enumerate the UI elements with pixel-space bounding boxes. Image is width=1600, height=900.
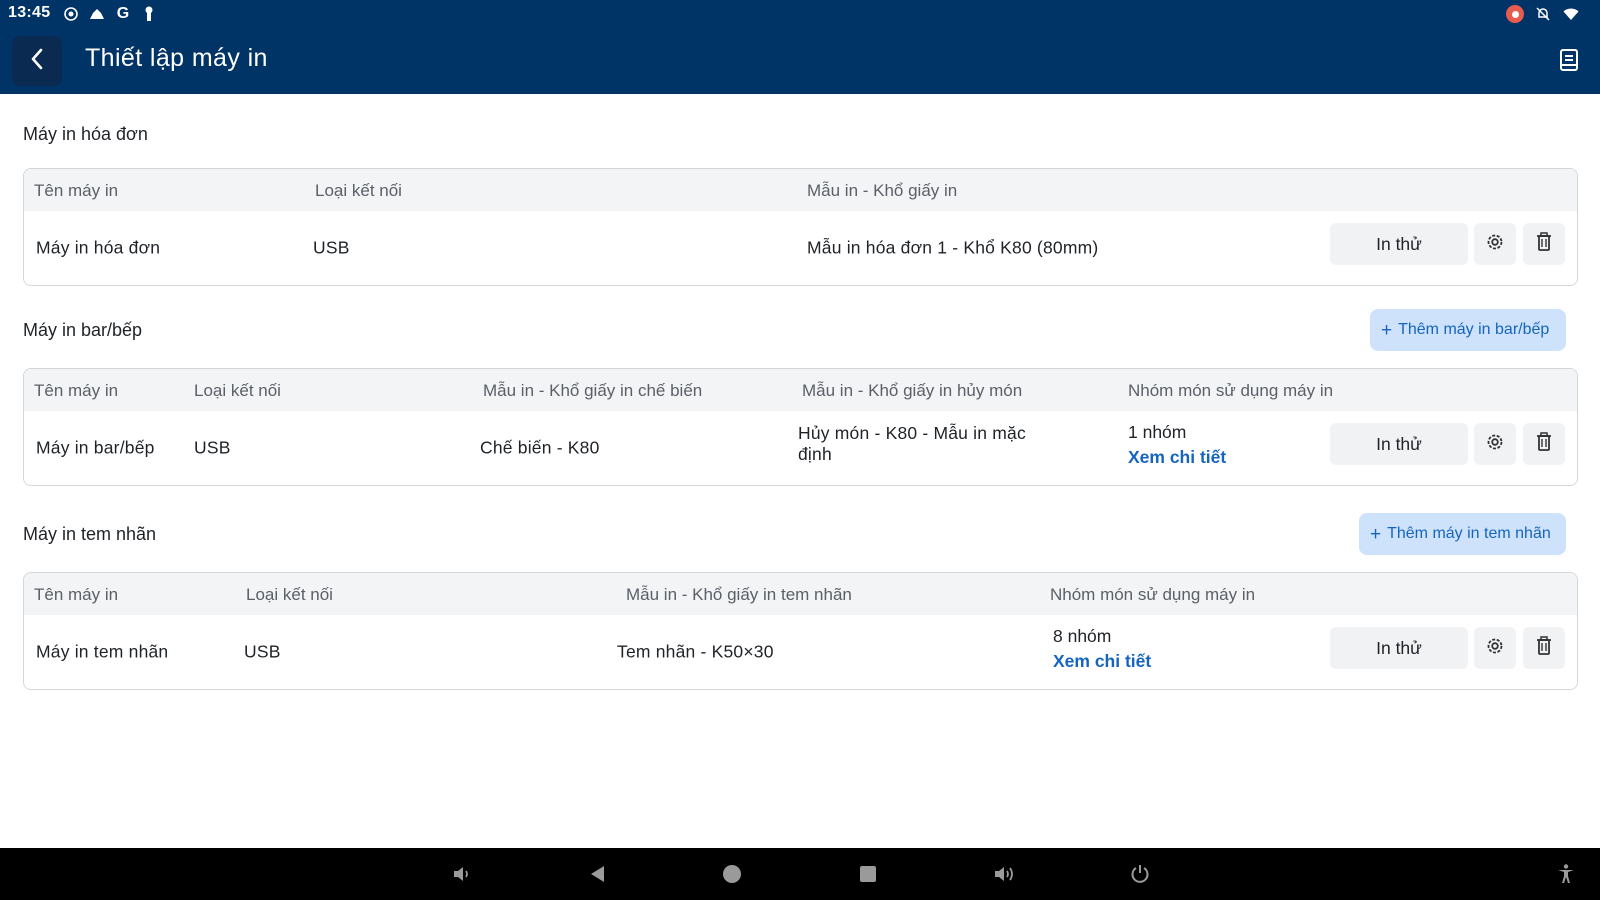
volume-down-icon[interactable] xyxy=(450,862,474,886)
settings-button[interactable] xyxy=(1474,627,1516,669)
accessibility-icon[interactable] xyxy=(1554,862,1578,886)
trash-icon xyxy=(1535,635,1553,661)
add-kitchen-printer-label: Thêm máy in bar/bếp xyxy=(1398,321,1550,338)
table-row: Máy in bar/bếp USB Chế biến - K80 Hủy mó… xyxy=(24,411,1577,485)
connection-type: USB xyxy=(194,437,231,458)
column-header-label-template: Mẫu in - Khổ giấy in tem nhãn xyxy=(626,585,852,604)
connection-type: USB xyxy=(244,641,281,662)
cancel-template: Hủy món - K80 - Mẫu in mặc định xyxy=(798,423,1026,464)
column-header-cancel-template: Mẫu in - Khổ giấy in hủy món xyxy=(802,381,1023,400)
cloud-icon xyxy=(88,5,106,23)
record-indicator-icon xyxy=(1506,5,1524,23)
print-template: Mẫu in hóa đơn 1 - Khổ K80 (80mm) xyxy=(807,237,1099,258)
view-details-link[interactable]: Xem chi tiết xyxy=(1053,651,1151,672)
process-template: Chế biến - K80 xyxy=(480,437,600,458)
test-print-label: In thử xyxy=(1376,637,1422,658)
back-triangle-icon[interactable] xyxy=(586,862,610,886)
printer-name: Máy in tem nhãn xyxy=(36,641,169,662)
section-title-kitchen-printer: Máy in bar/bếp xyxy=(23,320,143,340)
table-row: Máy in tem nhãn USB Tem nhãn - K50×30 8 … xyxy=(24,615,1577,689)
screen-record-icon xyxy=(62,5,80,23)
test-print-button[interactable]: In thử xyxy=(1330,423,1468,465)
label-template: Tem nhãn - K50×30 xyxy=(617,641,774,662)
plus-icon: + xyxy=(1370,523,1382,545)
delete-button[interactable] xyxy=(1523,223,1565,265)
printer-name: Máy in bar/bếp xyxy=(36,437,155,458)
add-label-printer-label: Thêm máy in tem nhãn xyxy=(1387,525,1551,542)
plus-icon: + xyxy=(1381,319,1393,341)
home-icon[interactable] xyxy=(720,862,744,886)
status-icons-right xyxy=(1506,5,1580,23)
label-printer-table: Tên máy in Loại kết nối Mẫu in - Khổ giấ… xyxy=(23,572,1578,690)
add-label-printer-button[interactable]: + Thêm máy in tem nhãn xyxy=(1359,513,1566,555)
column-header-connection: Loại kết nối xyxy=(315,181,402,200)
column-header-template: Mẫu in - Khổ giấy in xyxy=(807,181,958,200)
table-header: Tên máy in Loại kết nối Mẫu in - Khổ giấ… xyxy=(24,169,1577,211)
column-header-connection: Loại kết nối xyxy=(246,585,333,604)
back-button[interactable] xyxy=(12,36,62,86)
settings-button[interactable] xyxy=(1474,223,1516,265)
invoice-printer-table: Tên máy in Loại kết nối Mẫu in - Khổ giấ… xyxy=(23,168,1578,286)
section-title-invoice-printer: Máy in hóa đơn xyxy=(23,124,148,144)
keyhole-icon xyxy=(140,5,158,23)
section-title-label-printer: Máy in tem nhãn xyxy=(23,524,157,544)
delete-button[interactable] xyxy=(1523,627,1565,669)
trash-icon xyxy=(1535,231,1553,257)
page-title: Thiết lập máy in xyxy=(85,44,268,72)
column-header-dish-groups: Nhóm món sử dụng máy in xyxy=(1050,585,1256,604)
column-header-process-template: Mẫu in - Khổ giấy in chế biến xyxy=(483,381,703,400)
gear-icon xyxy=(1485,432,1505,457)
wifi-icon xyxy=(1562,5,1580,23)
notifications-off-icon xyxy=(1534,5,1552,23)
column-header-dish-groups: Nhóm món sử dụng máy in xyxy=(1128,381,1334,400)
column-header-printer-name: Tên máy in xyxy=(34,585,119,604)
test-print-button[interactable]: In thử xyxy=(1330,627,1468,669)
recents-icon[interactable] xyxy=(856,862,880,886)
test-print-label: In thử xyxy=(1376,233,1422,254)
add-kitchen-printer-button[interactable]: + Thêm máy in bar/bếp xyxy=(1370,309,1566,351)
column-header-connection: Loại kết nối xyxy=(194,381,281,400)
trash-icon xyxy=(1535,431,1553,457)
test-print-label: In thử xyxy=(1376,433,1422,454)
view-details-link[interactable]: Xem chi tiết xyxy=(1128,447,1226,468)
connection-type: USB xyxy=(313,237,350,258)
status-icons-left: G xyxy=(62,5,158,23)
status-bar: 13:45 G xyxy=(0,0,1600,28)
app-header: 13:45 G Thiết lập máy in xyxy=(0,0,1600,94)
table-header: Tên máy in Loại kết nối Mẫu in - Khổ giấ… xyxy=(24,573,1577,615)
table-header: Tên máy in Loại kết nối Mẫu in - Khổ giấ… xyxy=(24,369,1577,411)
chevron-left-icon xyxy=(30,48,44,75)
table-row: Máy in hóa đơn USB Mẫu in hóa đơn 1 - Kh… xyxy=(24,211,1577,285)
volume-up-icon[interactable] xyxy=(992,862,1016,886)
kitchen-printer-table: Tên máy in Loại kết nối Mẫu in - Khổ giấ… xyxy=(23,368,1578,486)
document-icon xyxy=(1559,48,1579,77)
status-time: 13:45 xyxy=(8,4,51,21)
column-header-printer-name: Tên máy in xyxy=(34,181,119,200)
column-header-printer-name: Tên máy in xyxy=(34,381,119,400)
dish-group-count: 1 nhóm xyxy=(1128,422,1187,442)
power-icon[interactable] xyxy=(1128,862,1152,886)
dish-group-count: 8 nhóm xyxy=(1053,626,1112,646)
gear-icon xyxy=(1485,636,1505,661)
delete-button[interactable] xyxy=(1523,423,1565,465)
system-navigation-bar xyxy=(0,848,1600,900)
printer-name: Máy in hóa đơn xyxy=(36,237,161,258)
google-icon: G xyxy=(116,5,130,22)
test-print-button[interactable]: In thử xyxy=(1330,223,1468,265)
settings-button[interactable] xyxy=(1474,423,1516,465)
guide-button[interactable] xyxy=(1556,48,1582,76)
gear-icon xyxy=(1485,232,1505,257)
